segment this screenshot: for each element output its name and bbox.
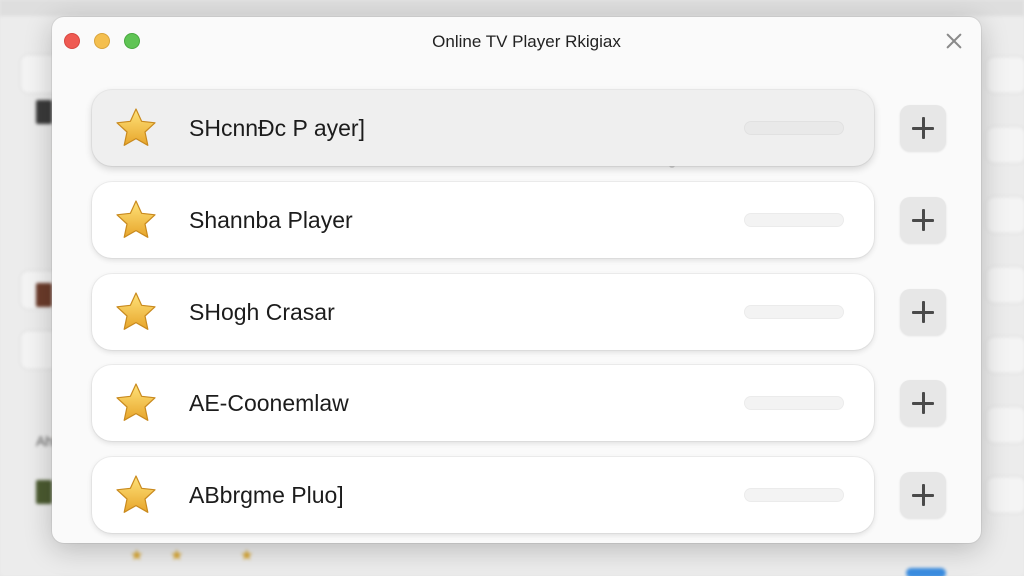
background-tile [986,196,1024,234]
player-card[interactable]: SHcnnĐc P ayer] [92,90,874,166]
background-right-sidebar [980,56,1024,556]
list-item: SHcnnĐc P ayer] [92,90,952,166]
plus-icon [921,209,925,231]
player-card[interactable]: SHogh Crasar [92,274,874,350]
plus-icon [921,484,925,506]
background-thumbnail [36,283,52,307]
background-tile [986,476,1024,514]
player-dialog: Online TV Player Rkigiax SHcnnĐc P ayer] [52,17,981,543]
add-button[interactable] [900,289,946,335]
window-title: Online TV Player Rkigiax [432,32,621,51]
player-name: SHogh Crasar [189,299,335,325]
background-tile [986,336,1024,374]
player-name: Shannba Player [189,207,353,233]
plus-icon [921,301,925,323]
player-card[interactable]: ABbrgme Pluo] [92,457,874,533]
background-tile [986,266,1024,304]
progress-placeholder [744,305,844,319]
background-bottom-strip: ★ ★ ★ [70,546,950,576]
player-card[interactable]: Shannba Player [92,182,874,258]
background-partial-text: Ah [36,433,54,449]
background-toolbar [0,0,1024,16]
close-icon[interactable] [943,30,965,52]
progress-placeholder [744,488,844,502]
add-button[interactable] [900,472,946,518]
star-icon [116,475,156,513]
star-icon [116,200,156,238]
list-item: Shannba Player [92,182,952,258]
player-name: ABbrgme Pluo] [189,482,344,508]
list-item: ABbrgme Pluo] [92,457,952,533]
add-button[interactable] [900,380,946,426]
background-thumbnail [36,100,52,124]
progress-placeholder [744,396,844,410]
background-tile [986,56,1024,94]
background-star-icon: ★ [170,547,184,564]
background-star-icon: ★ [240,547,254,564]
player-name: AE-Coonemlaw [189,390,349,416]
star-icon [116,292,156,330]
player-name: SHcnnĐc P ayer] [189,115,365,141]
player-card[interactable]: AE-Coonemlaw [92,365,874,441]
list-item: SHogh Crasar [92,274,952,350]
star-icon [116,108,156,146]
background-blue-button [906,568,946,576]
background-tile [986,126,1024,164]
add-button[interactable] [900,197,946,243]
background-star-icon: ★ [130,547,144,564]
background-thumbnail [36,480,52,504]
dialog-titlebar: Online TV Player Rkigiax [52,17,981,67]
list-item: AE-Coonemlaw [92,365,952,441]
plus-icon [921,117,925,139]
progress-placeholder [744,213,844,227]
add-button[interactable] [900,105,946,151]
progress-placeholder [744,121,844,135]
background-tile [986,406,1024,444]
plus-icon [921,392,925,414]
star-icon [116,383,156,421]
